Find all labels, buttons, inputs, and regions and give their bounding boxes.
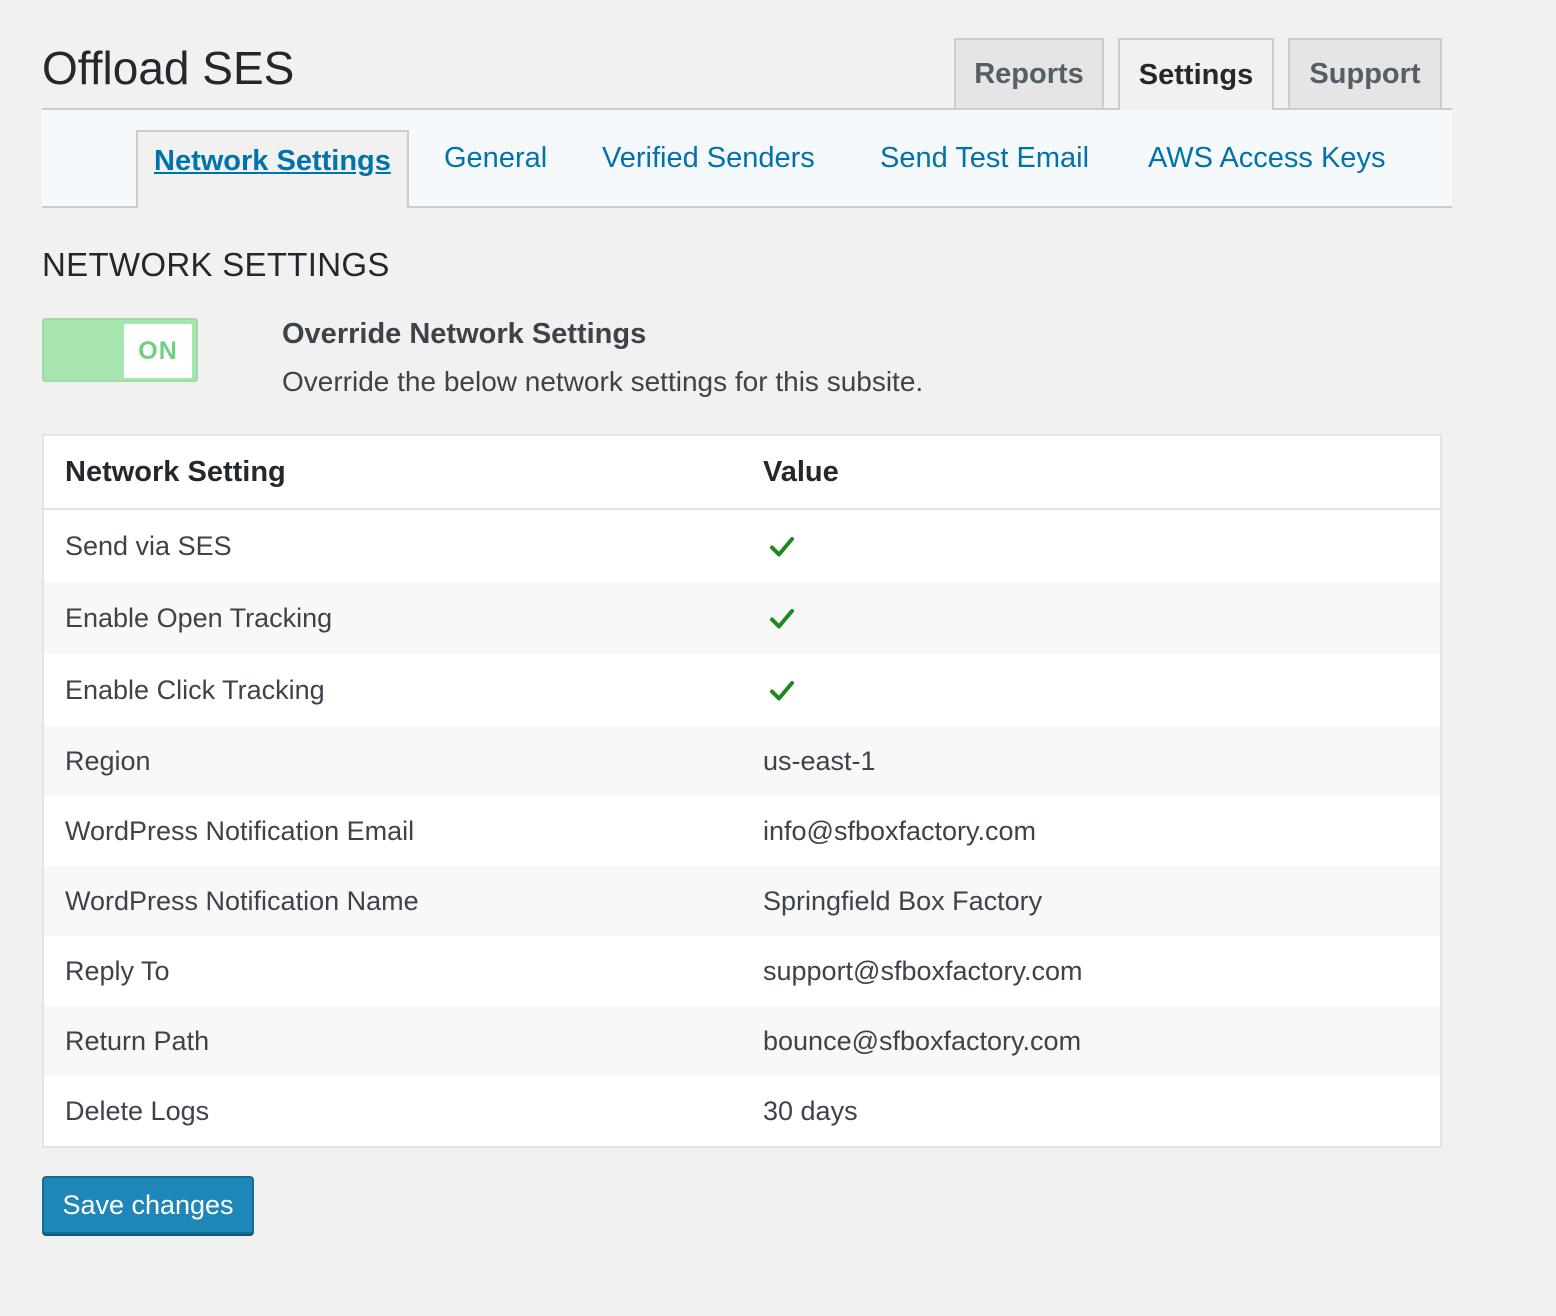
tab-reports[interactable]: Reports (954, 38, 1104, 109)
setting-name: Reply To (65, 955, 170, 986)
setting-name: Return Path (43, 1006, 742, 1076)
subnav-verified-senders[interactable]: Verified Senders (602, 110, 815, 206)
setting-value (742, 654, 1441, 726)
table-row: Enable Click Tracking (43, 654, 1441, 726)
table-row: WordPress Notification Email info@sfboxf… (43, 796, 1441, 866)
setting-value (742, 509, 1441, 582)
setting-value: Springfield Box Factory (742, 866, 1441, 936)
table-row: Reply To support@sfboxfactory.com (43, 936, 1441, 1006)
table-row: Send via SES (43, 509, 1441, 582)
check-icon (770, 681, 794, 701)
override-toggle[interactable]: ON (42, 318, 198, 382)
settings-subnav: Network Settings General Verified Sender… (42, 110, 1452, 208)
save-changes-button[interactable]: Save changes (42, 1176, 254, 1234)
tab-support[interactable]: Support (1288, 38, 1442, 109)
setting-value: us-east-1 (742, 726, 1441, 796)
setting-name: Send via SES (65, 530, 232, 561)
table-row: Return Path bounce@sfboxfactory.com (43, 1006, 1441, 1076)
subnav-send-test-email[interactable]: Send Test Email (880, 110, 1089, 206)
setting-value: 30 days (763, 1095, 858, 1126)
table-row: Delete Logs 30 days (43, 1076, 1441, 1147)
subnav-aws-access-keys[interactable]: AWS Access Keys (1148, 110, 1385, 206)
toggle-knob: ON (124, 324, 192, 378)
setting-name: Region (43, 726, 742, 796)
section-title: NETWORK SETTINGS (42, 246, 390, 283)
setting-name: Delete Logs (65, 1095, 210, 1126)
setting-name: WordPress Notification Name (43, 866, 742, 936)
subnav-network-settings[interactable]: Network Settings (136, 130, 409, 208)
table-header-row: Network Setting Value (43, 435, 1441, 510)
override-title: Override Network Settings (282, 318, 647, 350)
setting-name: Enable Click Tracking (65, 674, 325, 705)
table-row: Enable Open Tracking (43, 582, 1441, 654)
column-header-value: Value (742, 435, 1441, 510)
override-description: Override the below network settings for … (282, 366, 924, 397)
subnav-general[interactable]: General (444, 110, 547, 206)
setting-name: Enable Open Tracking (43, 582, 742, 654)
setting-value: bounce@sfboxfactory.com (742, 1006, 1441, 1076)
setting-value: support@sfboxfactory.com (763, 955, 1083, 986)
setting-name: WordPress Notification Email (65, 815, 415, 846)
table-row: WordPress Notification Name Springfield … (43, 866, 1441, 936)
setting-value (742, 582, 1441, 654)
check-icon (770, 609, 794, 629)
column-header-setting: Network Setting (43, 435, 742, 510)
top-tabs: Reports Settings Support (954, 38, 1442, 110)
table-row: Region us-east-1 (43, 726, 1441, 796)
network-settings-table: Network Setting Value Send via SES Enabl… (42, 434, 1442, 1148)
tab-settings[interactable]: Settings (1118, 38, 1274, 110)
setting-value: info@sfboxfactory.com (763, 815, 1037, 846)
check-icon (770, 537, 794, 557)
page-title: Offload SES (42, 42, 295, 94)
